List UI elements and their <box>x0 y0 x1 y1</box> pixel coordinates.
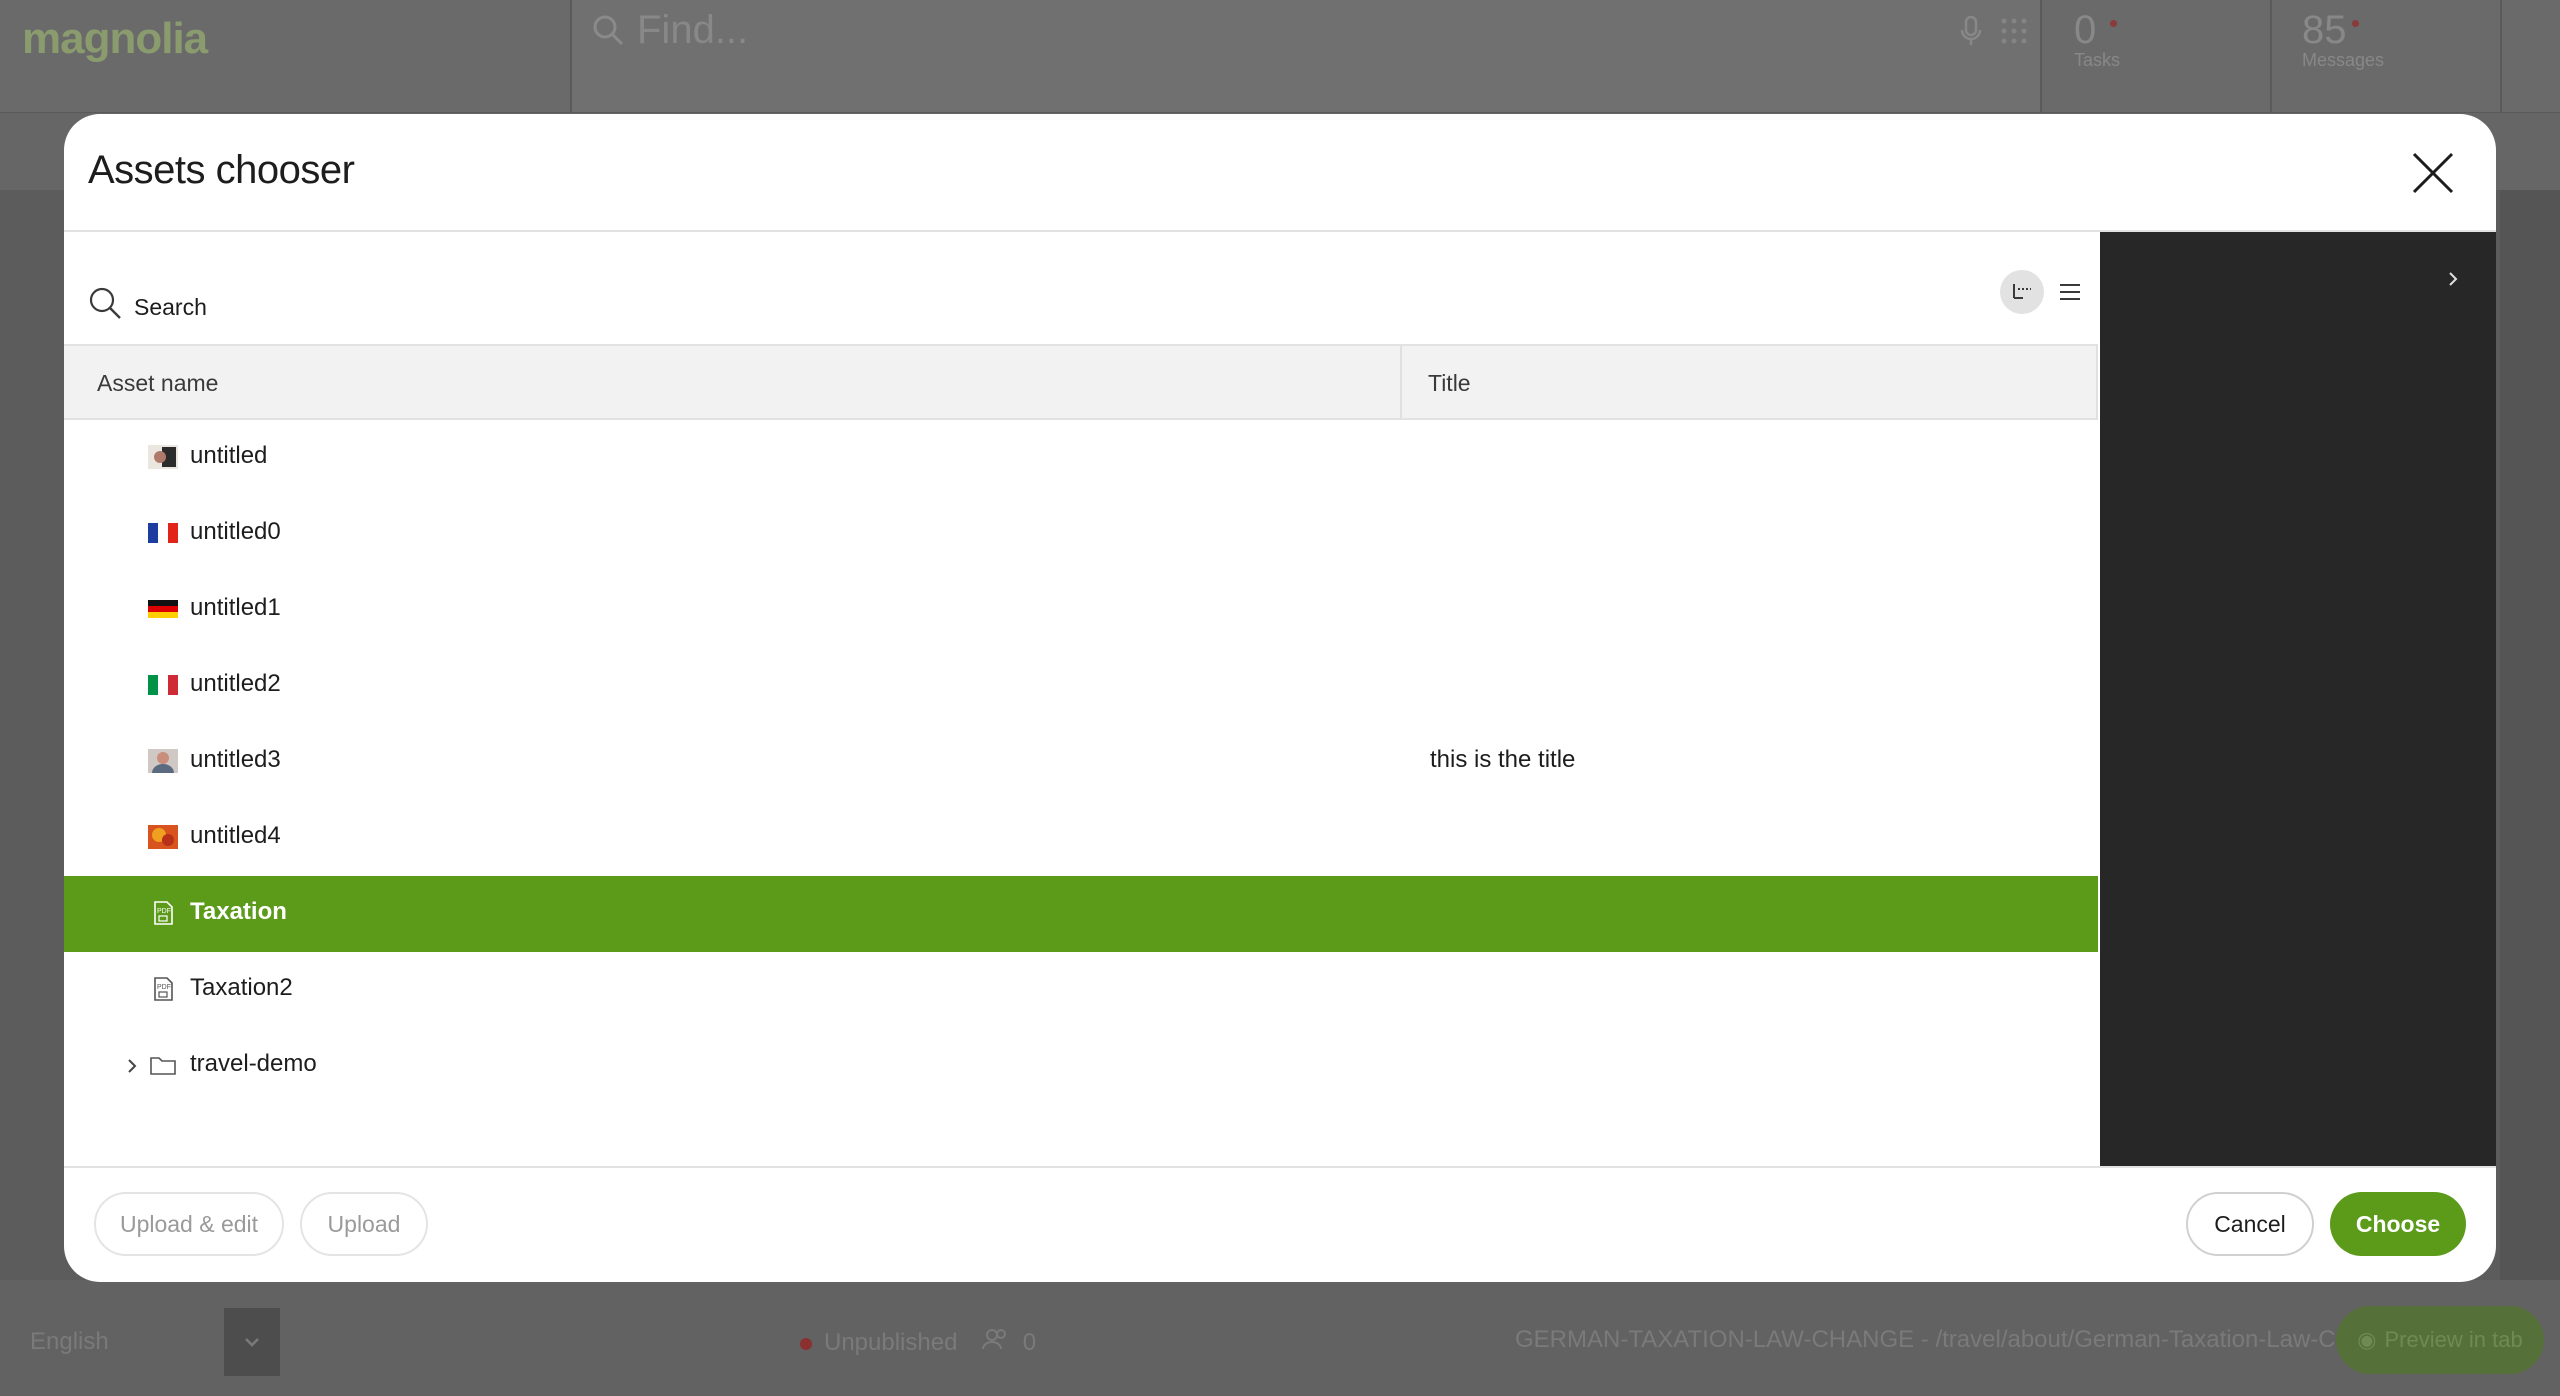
table-row[interactable]: PDF Taxation2 <box>64 952 2098 1028</box>
assets-chooser-dialog: Assets chooser Search Asset name Title u… <box>64 114 2496 1282</box>
asset-name: untitled <box>190 442 268 469</box>
apps-grid-icon <box>2001 18 2027 49</box>
photo-colorful-icon <box>148 825 178 849</box>
tasks-label: Tasks <box>2074 50 2121 70</box>
close-button[interactable] <box>2406 146 2460 200</box>
list-view-button[interactable] <box>2048 270 2092 314</box>
table-row[interactable]: untitled3 this is the title <box>64 724 2098 800</box>
users-icon <box>982 1329 1017 1356</box>
column-header-asset-name[interactable]: Asset name <box>97 370 218 397</box>
flag-france-icon <box>148 521 178 545</box>
list-view-icon <box>2060 284 2080 300</box>
messages-count: 85 <box>2302 8 2347 52</box>
messages-counter: 85 Messages <box>2302 6 2384 71</box>
publish-status: Unpublished 0 <box>800 1328 1036 1357</box>
tasks-counter: 0 Tasks <box>2074 6 2120 71</box>
assets-browser: Search Asset name Title untitled untitle… <box>64 232 2127 1166</box>
asset-name: untitled2 <box>190 670 281 697</box>
language-dropdown-button <box>224 1308 280 1376</box>
app-right-column <box>2500 190 2560 1280</box>
global-search-placeholder: Find... <box>637 8 749 52</box>
preview-in-tab-button: ◉ Preview in tab <box>2336 1306 2544 1374</box>
search-icon <box>88 286 122 325</box>
pdf-icon: PDF <box>148 901 178 925</box>
chevron-right-icon[interactable] <box>126 1056 138 1081</box>
table-row[interactable]: untitled1 <box>64 572 2098 648</box>
column-header-title[interactable]: Title <box>1428 370 1471 397</box>
table-row[interactable]: untitled2 <box>64 648 2098 724</box>
pdf-icon: PDF <box>148 977 178 1001</box>
status-dot <box>800 1337 812 1350</box>
asset-title: this is the title <box>1430 746 1576 773</box>
search-input[interactable]: Search <box>134 294 207 321</box>
asset-name: untitled4 <box>190 822 281 849</box>
asset-list: untitled untitled0 untitled1 untitled2 u… <box>64 420 2098 1104</box>
tree-view-icon <box>2013 284 2031 299</box>
preview-side-panel <box>2100 232 2496 1166</box>
folder-icon <box>148 1053 178 1077</box>
table-row-selected[interactable]: PDF Taxation <box>64 876 2098 952</box>
choose-button[interactable]: Choose <box>2330 1192 2466 1256</box>
flag-germany-icon <box>148 597 178 621</box>
search-icon <box>592 14 624 51</box>
header-divider <box>2040 0 2042 112</box>
column-divider <box>2096 346 2098 418</box>
messages-label: Messages <box>2302 50 2385 70</box>
search-bar: Search <box>64 232 2127 344</box>
preview-label: Preview in tab <box>2384 1327 2523 1352</box>
table-row[interactable]: untitled0 <box>64 496 2098 572</box>
language-select: English <box>30 1328 109 1355</box>
footer-divider <box>64 1166 2496 1168</box>
table-row-folder[interactable]: travel-demo <box>64 1028 2098 1104</box>
svg-text:PDF: PDF <box>157 908 171 915</box>
upload-button[interactable]: Upload <box>300 1192 428 1256</box>
app-logo: magnolia <box>22 14 208 63</box>
global-search: Find... <box>570 0 2042 112</box>
upload-and-edit-button[interactable]: Upload & edit <box>94 1192 284 1256</box>
asset-name: Taxation2 <box>190 974 293 1001</box>
asset-name: travel-demo <box>190 1050 317 1077</box>
asset-name: untitled0 <box>190 518 281 545</box>
chevron-right-icon[interactable] <box>2446 268 2460 295</box>
header-divider <box>2500 0 2502 112</box>
table-header: Asset name Title <box>64 344 2098 420</box>
tasks-count: 0 <box>2074 8 2097 52</box>
table-row[interactable]: untitled <box>64 420 2098 496</box>
messages-dot <box>2352 20 2359 27</box>
page-path: GERMAN-TAXATION-LAW-CHANGE - /travel/abo… <box>1515 1326 2403 1353</box>
svg-text:PDF: PDF <box>157 984 171 991</box>
cancel-button[interactable]: Cancel <box>2186 1192 2314 1256</box>
column-divider <box>1400 346 1402 418</box>
photo-person-icon <box>148 749 178 773</box>
asset-name: untitled1 <box>190 594 281 621</box>
header-divider <box>2270 0 2272 112</box>
asset-name: Taxation <box>190 898 287 925</box>
asset-name: untitled3 <box>190 746 281 773</box>
dialog-title: Assets chooser <box>88 148 355 192</box>
tasks-dot <box>2110 20 2117 27</box>
table-row[interactable]: untitled4 <box>64 800 2098 876</box>
photo-portrait-icon <box>148 445 178 469</box>
flag-italy-icon <box>148 673 178 697</box>
viewers-count: 0 <box>1022 1329 1037 1356</box>
publish-status-label: Unpublished <box>824 1329 958 1356</box>
close-icon <box>2412 152 2454 194</box>
microphone-icon <box>1960 15 1982 51</box>
eye-icon: ◉ <box>2357 1327 2377 1352</box>
app-footer: English Unpublished 0 GERMAN-TAXATION-LA… <box>0 1280 2560 1396</box>
tree-view-button[interactable] <box>2000 270 2044 314</box>
